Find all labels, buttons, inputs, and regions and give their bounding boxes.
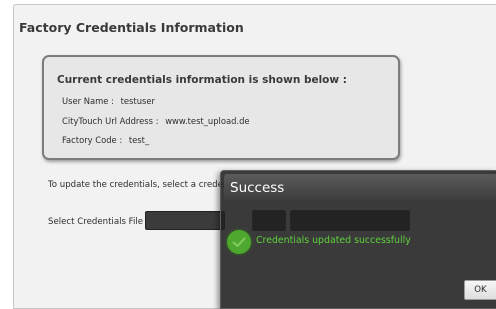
citytouch-url-label: CityTouch Url Address : (62, 116, 159, 126)
citytouch-url-value: www.test_upload.de (165, 116, 250, 126)
citytouch-url-row: CityTouch Url Address : www.test_upload.… (62, 116, 250, 126)
update-instructions: To update the credentials, select a cred… (48, 180, 240, 190)
check-circle-icon (227, 230, 251, 254)
file-select-label: Select Credentials File :* (48, 213, 154, 227)
factory-code-label: Factory Code : (62, 135, 123, 145)
user-name-label: User Name : (62, 96, 114, 106)
user-name-value: testuser (120, 96, 155, 106)
factory-code-row: Factory Code : test_ (62, 135, 149, 145)
dialog-title: Success (230, 180, 285, 196)
user-name-row: User Name : testuser (62, 96, 155, 106)
panel-title: Factory Credentials Information (19, 20, 244, 35)
credentials-file-input[interactable] (145, 211, 225, 230)
credentials-heading: Current credentials information is shown… (57, 74, 347, 86)
factory-code-value: test_ (128, 135, 150, 145)
file-select-label-text: Select Credentials File : (48, 217, 149, 227)
success-message: Credentials updated successfully (256, 235, 411, 246)
ok-button[interactable]: OK (464, 280, 496, 300)
